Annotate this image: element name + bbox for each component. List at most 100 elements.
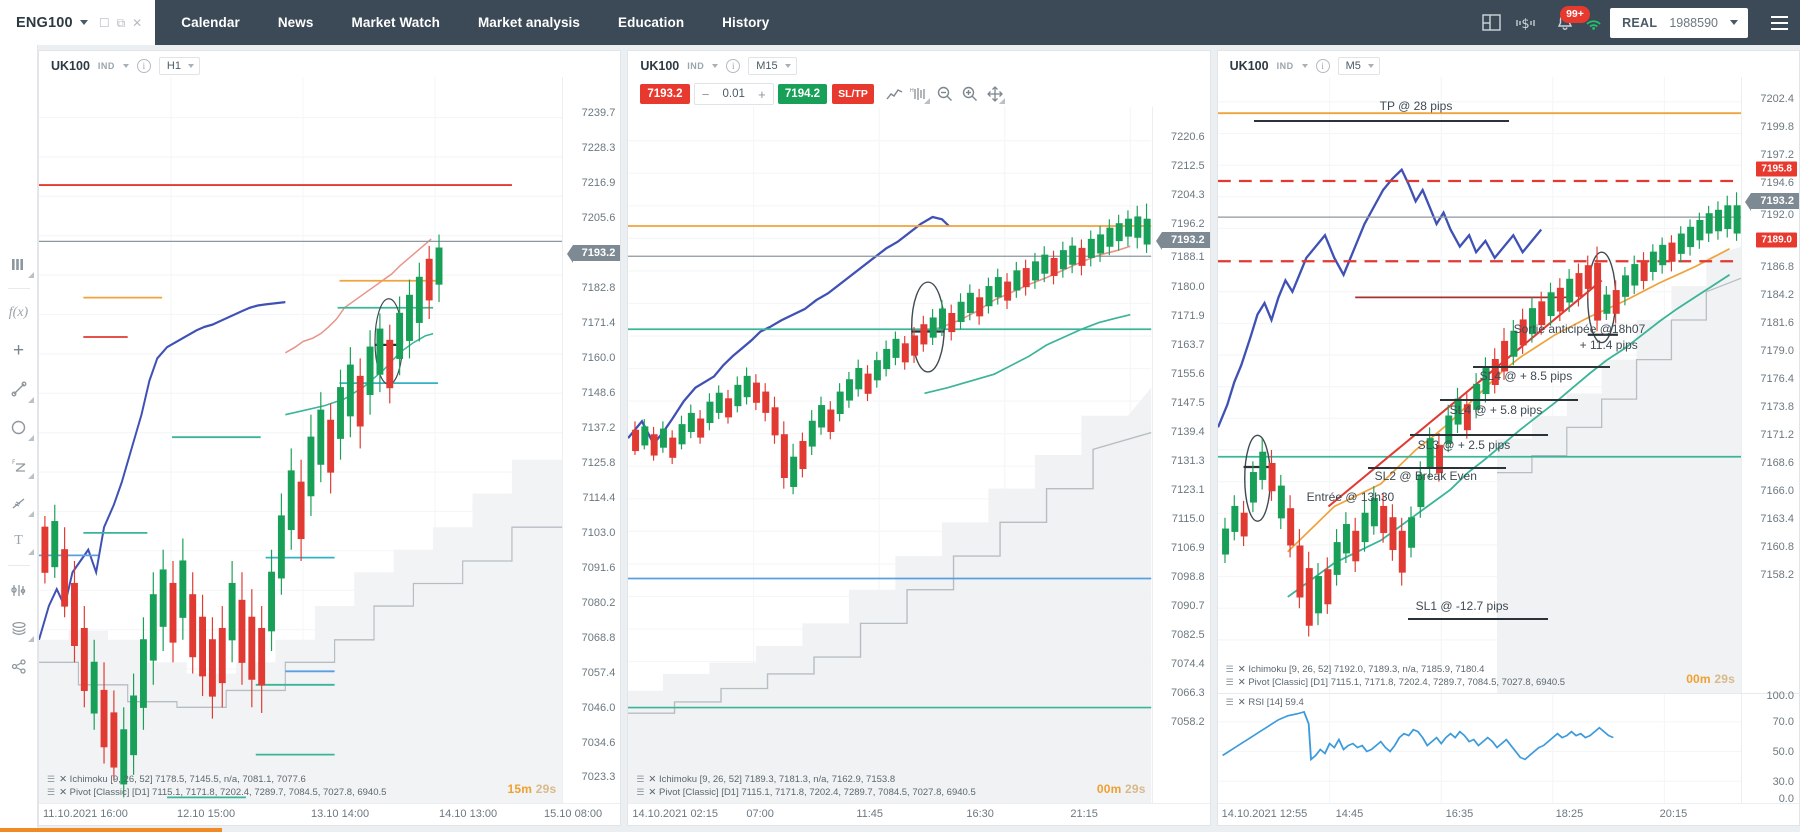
price-label: 7066.3: [1171, 687, 1205, 699]
trendline-icon[interactable]: [0, 370, 38, 408]
price-axis[interactable]: 7239.7 7228.3 7216.9 7205.6 7193.2 7182.…: [562, 77, 620, 803]
legend-item[interactable]: ☰✕ Pivot [Classic] [D1] 7115.1, 7171.8, …: [636, 786, 975, 799]
decrease-quantity-button[interactable]: −: [695, 87, 717, 102]
chevron-down-icon[interactable]: [1730, 20, 1738, 25]
rsi-pane[interactable]: 100.0 70.0 50.0 30.0 0.0 ☰✕ RSI [14] 59.…: [1218, 693, 1799, 803]
annotation-early-exit-pips: + 11.4 pips: [1580, 338, 1638, 352]
layers-icon[interactable]: [0, 609, 38, 647]
info-icon[interactable]: i: [137, 59, 151, 73]
function-icon[interactable]: f(x): [0, 294, 38, 332]
legend-settings-icon[interactable]: ☰: [636, 786, 644, 799]
menu-item-market-watch[interactable]: Market Watch: [332, 0, 458, 45]
chart-plot-area[interactable]: 7220.6 7212.5 7204.3 7196.2 7193.2 7188.…: [628, 107, 1209, 803]
chart-market-type-label: IND: [98, 61, 115, 71]
legend-item[interactable]: ☰ ✕ Pivot [Classic] [D1] 7115.1, 7171.8, …: [1226, 676, 1565, 689]
ellipse-icon[interactable]: [0, 408, 38, 446]
sell-button[interactable]: 7193.2: [640, 84, 689, 104]
buy-button[interactable]: 7194.2: [778, 84, 827, 104]
price-axis[interactable]: 7202.4 7199.8 7197.2 7195.8 7194.6 7193.…: [1741, 77, 1799, 693]
crosshair-add-icon[interactable]: +: [0, 332, 38, 370]
time-axis[interactable]: 14.10.2021 12:55 14:45 16:35 18:25 20:15: [1218, 803, 1799, 825]
chevron-down-icon[interactable]: [123, 64, 129, 68]
price-label: 7199.8: [1760, 121, 1794, 133]
chart-panel-m15[interactable]: UK100 IND i M15 7193.2 − 0.01 + 7194.2 S…: [627, 50, 1210, 826]
notifications-button[interactable]: 99+: [1542, 0, 1588, 45]
time-axis[interactable]: 14.10.2021 02:15 07:00 11:45 16:30 21:15: [628, 803, 1209, 825]
time-axis[interactable]: 11.10.2021 16:00 12.10 15:00 13.10 14:00…: [39, 803, 620, 825]
duplicate-icon[interactable]: ⧉: [117, 17, 126, 29]
time-label: 12.10 15:00: [177, 808, 235, 820]
legend-text: ✕ Ichimoku [9, 26, 52] 7178.5, 7145.5, n…: [59, 773, 306, 786]
sl4-58-level-line: [1440, 399, 1578, 401]
sltp-button[interactable]: SL/TP: [832, 84, 874, 104]
timeframe-selector[interactable]: H1: [159, 57, 200, 75]
price-label: 7228.3: [582, 142, 616, 154]
chart-plot-area[interactable]: TP @ 28 pips Sortie anticipée @18h07 + 1…: [1218, 77, 1799, 693]
price-label: 7180.0: [1171, 281, 1205, 293]
symbol-tab[interactable]: ENG100 ☐ ⧉ ✕: [0, 0, 155, 45]
time-label: 21:15: [1070, 808, 1098, 820]
close-icon[interactable]: ✕: [132, 17, 142, 29]
menu-item-history[interactable]: History: [703, 0, 788, 45]
chevron-down-icon[interactable]: [80, 20, 88, 25]
legend-settings-icon[interactable]: ☰: [1226, 663, 1234, 676]
quantity-stepper[interactable]: − 0.01 +: [694, 83, 774, 105]
measure-icon[interactable]: [0, 571, 38, 609]
legend-item[interactable]: ☰✕ Ichimoku [9, 26, 52] 7189.3, 7181.3, …: [636, 773, 975, 786]
legend-settings-icon[interactable]: ☰: [1226, 696, 1234, 709]
line-chart-icon[interactable]: [884, 83, 906, 105]
sl3-level-line: [1410, 434, 1548, 436]
legend-settings-icon[interactable]: ☰: [1226, 676, 1234, 689]
menu-item-calendar[interactable]: Calendar: [155, 0, 259, 45]
time-label: 18:25: [1556, 808, 1584, 820]
zoom-in-icon[interactable]: [959, 83, 981, 105]
account-selector[interactable]: REAL 1988590: [1610, 8, 1748, 38]
chevron-down-icon[interactable]: [1302, 64, 1308, 68]
annotation-sl2: SL2 @ Break Even: [1375, 469, 1477, 483]
increase-quantity-button[interactable]: +: [751, 87, 773, 102]
chart-header: UK100 IND i H1: [39, 51, 620, 77]
legend-item[interactable]: ☰✕ Pivot [Classic] [D1] 7115.1, 7171.8, …: [47, 786, 386, 799]
chart-panel-m5[interactable]: UK100 IND i M5: [1217, 50, 1800, 826]
layout-icon[interactable]: [1474, 0, 1508, 45]
currency-icon[interactable]: $: [1508, 0, 1542, 45]
price-axis[interactable]: 7220.6 7212.5 7204.3 7196.2 7193.2 7188.…: [1152, 107, 1210, 803]
price-label: 7080.2: [582, 597, 616, 609]
rsi-axis[interactable]: 100.0 70.0 50.0 30.0 0.0: [1741, 694, 1799, 803]
legend-settings-icon[interactable]: ☰: [47, 773, 55, 786]
price-label: 7166.0: [1760, 485, 1794, 497]
legend-item[interactable]: ☰✕ Ichimoku [9, 26, 52] 7192.0, 7189.3, …: [1226, 663, 1565, 676]
annotation-entry: Entrée @ 13h30: [1307, 490, 1395, 504]
menu-item-market-analysis[interactable]: Market analysis: [459, 0, 599, 45]
move-icon[interactable]: [984, 83, 1006, 105]
info-icon[interactable]: i: [726, 59, 740, 73]
hamburger-icon[interactable]: [1758, 0, 1800, 45]
fibonacci-icon[interactable]: F: [0, 446, 38, 484]
notification-badge: 99+: [1560, 6, 1590, 23]
legend-settings-icon[interactable]: ☰: [636, 773, 644, 786]
chart-plot-area[interactable]: 7239.7 7228.3 7216.9 7205.6 7193.2 7182.…: [39, 77, 620, 803]
quantity-value[interactable]: 0.01: [717, 88, 751, 100]
symbol-tab-label: ENG100: [16, 15, 73, 31]
price-label: 7034.6: [582, 737, 616, 749]
legend-settings-icon[interactable]: ☰: [47, 786, 55, 799]
pitchfork-icon[interactable]: [0, 484, 38, 522]
menu-item-news[interactable]: News: [259, 0, 333, 45]
share-icon[interactable]: [0, 647, 38, 685]
indicators-icon[interactable]: H: [909, 83, 931, 105]
legend-item[interactable]: ☰ ✕ Ichimoku [9, 26, 52] 7178.5, 7145.5, …: [47, 773, 386, 786]
chart-panel-h1[interactable]: UK100 IND i H1: [38, 50, 621, 826]
chart-market-type-label: IND: [687, 61, 704, 71]
chevron-down-icon[interactable]: [712, 64, 718, 68]
workspace: f(x) + F T: [0, 45, 1800, 832]
legend-item[interactable]: ☰✕ RSI [14] 59.4: [1226, 696, 1304, 709]
zoom-out-icon[interactable]: [934, 83, 956, 105]
menu-item-education[interactable]: Education: [599, 0, 703, 45]
info-icon[interactable]: i: [1316, 59, 1330, 73]
restore-icon[interactable]: ☐: [99, 17, 110, 29]
indicators-icon[interactable]: [0, 245, 38, 283]
timeframe-selector[interactable]: M15: [748, 57, 796, 75]
legend-text: ✕ Pivot [Classic] [D1] 7115.1, 7171.8, 7…: [1238, 676, 1565, 689]
timeframe-selector[interactable]: M5: [1338, 57, 1380, 75]
text-tool-icon[interactable]: T: [0, 522, 38, 560]
